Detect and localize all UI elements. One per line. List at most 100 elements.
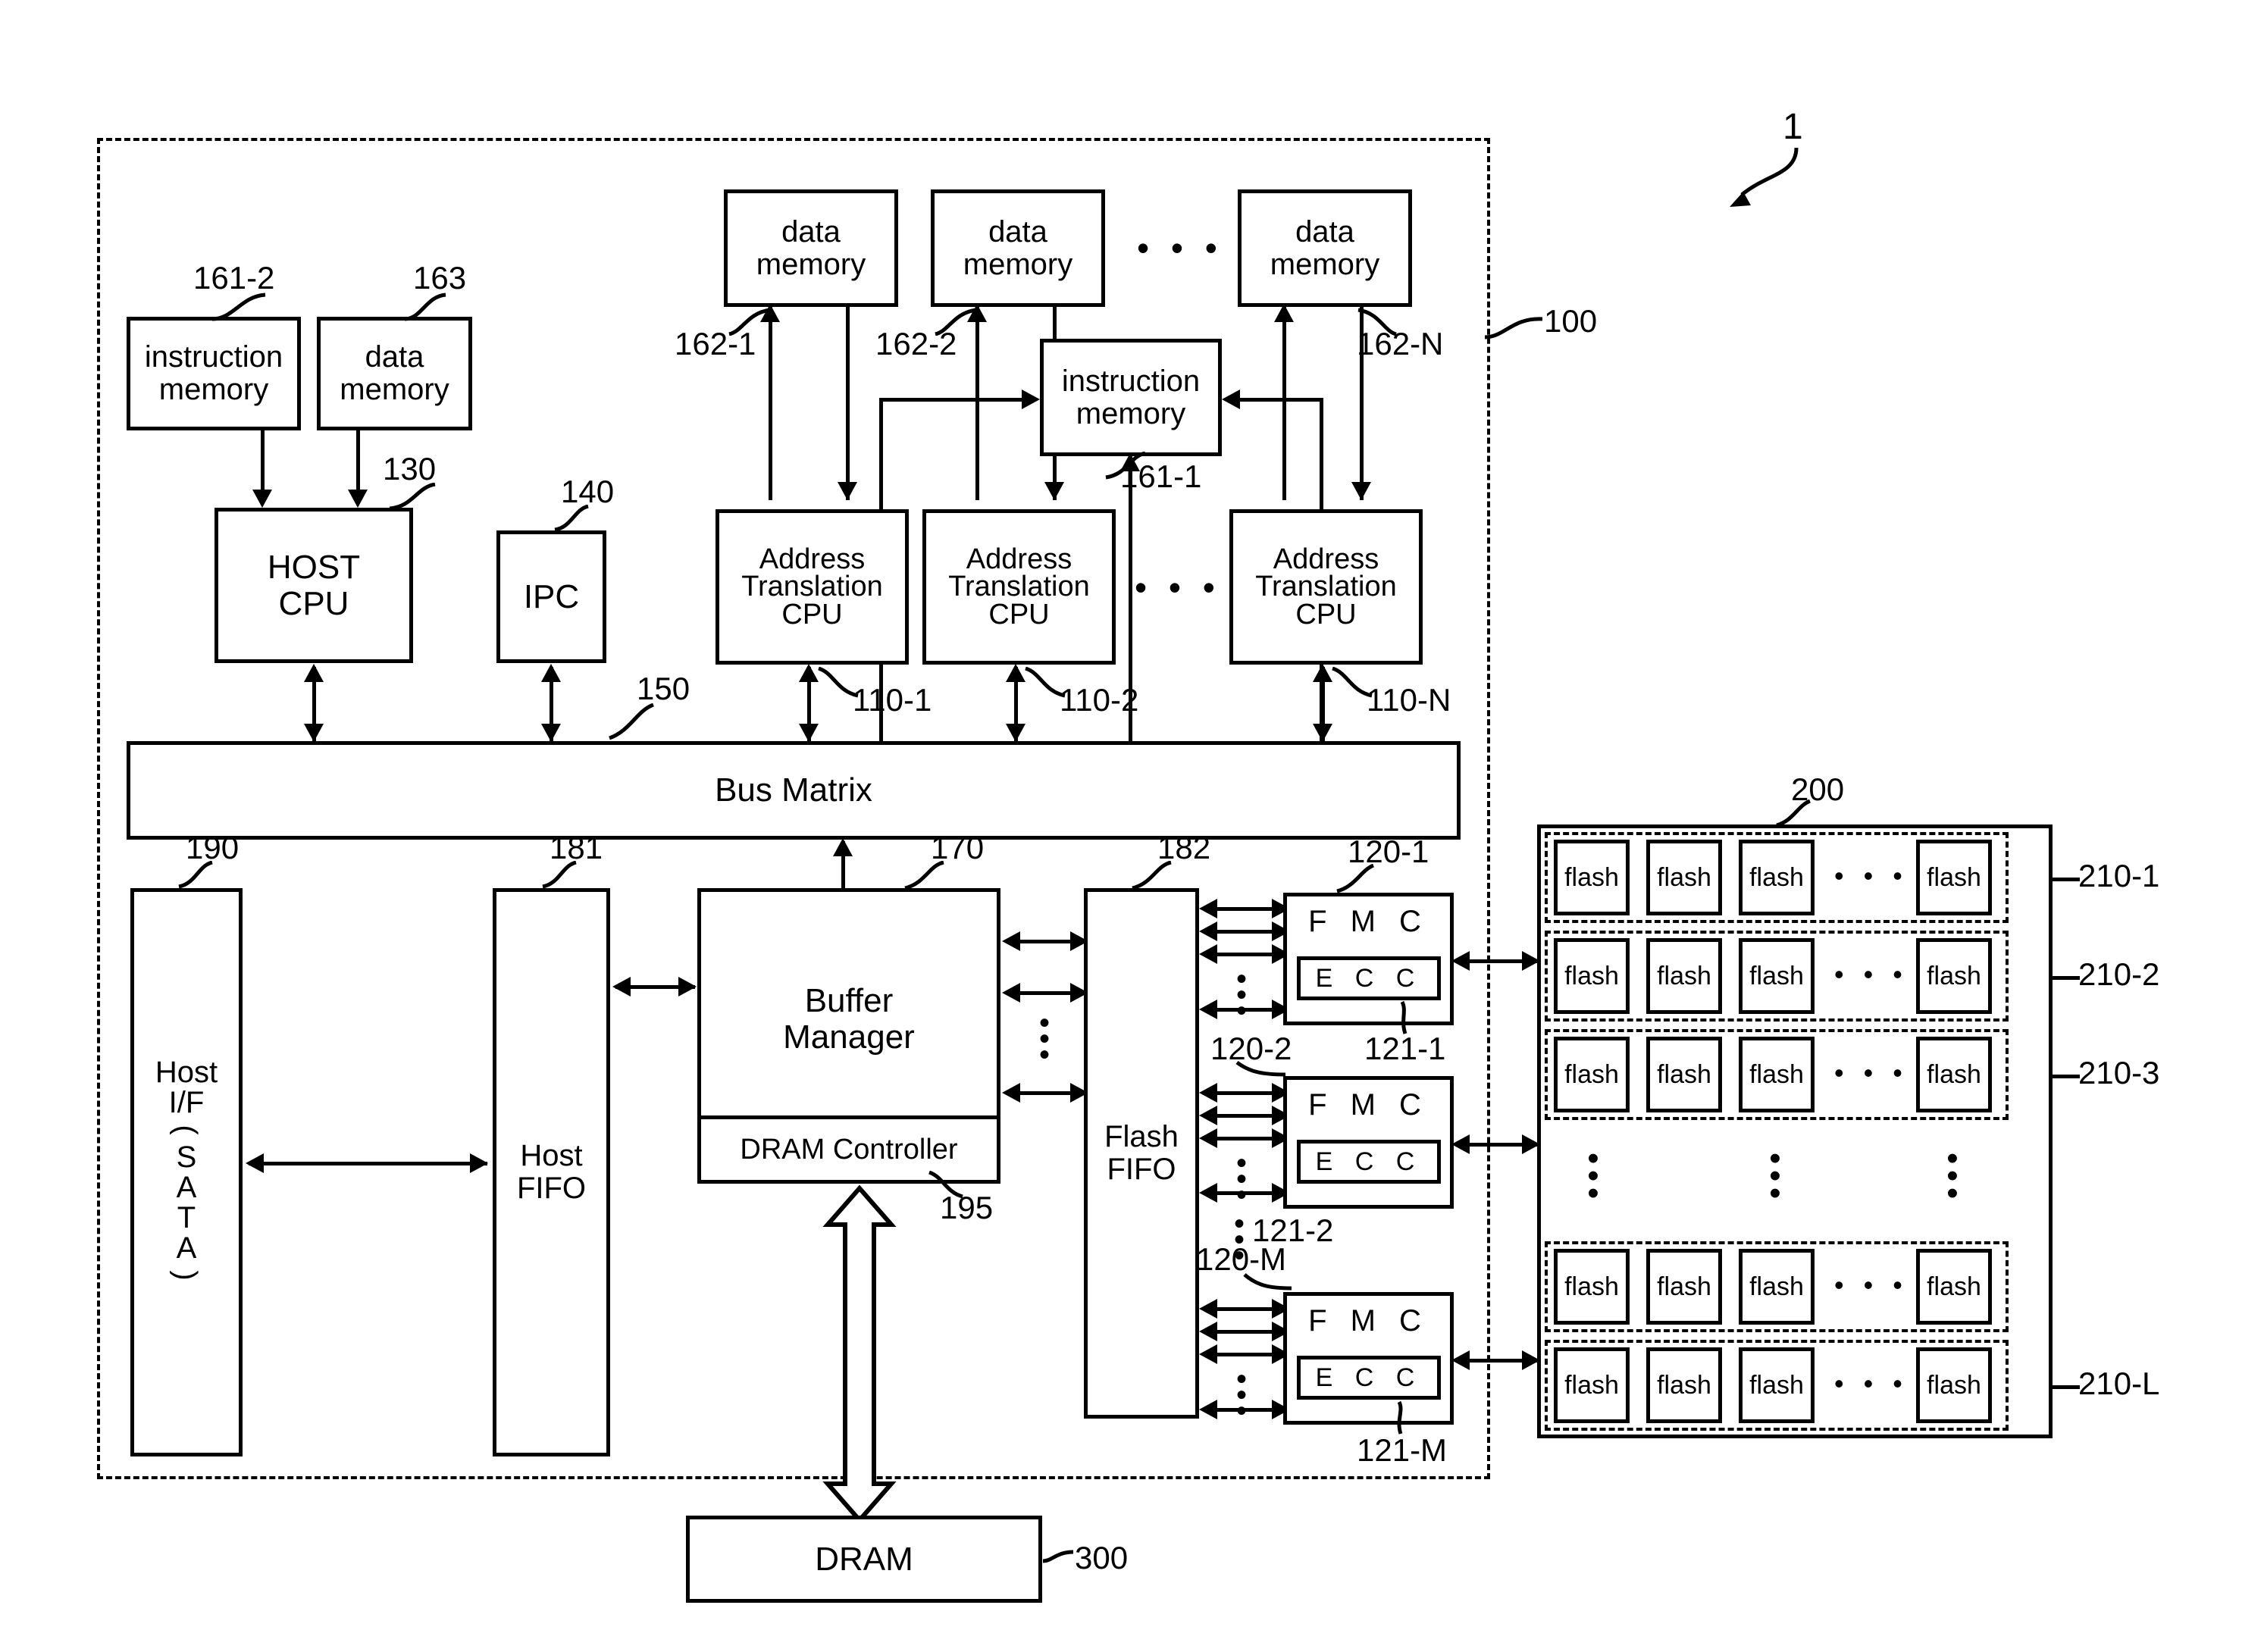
ecc-1-ref: 121-1 bbox=[1364, 1031, 1446, 1066]
data-memory-1-ref: 162-1 bbox=[675, 326, 756, 361]
flash-chip-label: flash bbox=[1564, 1059, 1619, 1089]
flash-column-ellipsis-2: • • • bbox=[1769, 1140, 1781, 1212]
host-if-line2: I/F bbox=[168, 1086, 205, 1119]
host-if-line1: Host bbox=[155, 1056, 218, 1089]
fmcm-flash-arrow-l bbox=[1451, 1350, 1470, 1370]
flash-chip-4-1: flash bbox=[1554, 1249, 1630, 1325]
host-if-ref: 190 bbox=[186, 830, 240, 865]
host-fifo-box: Host FIFO bbox=[493, 888, 610, 1456]
instr-mem-left-feed-h bbox=[879, 398, 1023, 402]
buffer-manager-ref: 170 bbox=[931, 830, 985, 865]
flash-chip-1-4: flash bbox=[1916, 840, 1992, 915]
dram-controller-label: DRAM Controller bbox=[740, 1133, 958, 1165]
flash-chip-label: flash bbox=[1749, 1272, 1804, 1301]
host-cpu-line2: CPU bbox=[278, 584, 349, 622]
flash-fifo-line1: Flash bbox=[1104, 1120, 1179, 1154]
host-instruction-memory-box: instruction memory bbox=[127, 317, 301, 430]
controller-ref: 100 bbox=[1544, 303, 1598, 339]
flash-chip-3-4: flash bbox=[1916, 1037, 1992, 1112]
ipc-ref: 140 bbox=[561, 474, 615, 509]
flash-row-1-ref-line bbox=[2053, 878, 2080, 881]
fmc-1-ref: 120-1 bbox=[1348, 834, 1429, 869]
atc-1-line2: Translation bbox=[741, 571, 883, 603]
hostfifo-buffer-arrow-right bbox=[678, 977, 697, 997]
atc-instruction-memory-ref: 161-1 bbox=[1120, 458, 1202, 494]
flash-chip-1-1: flash bbox=[1554, 840, 1630, 915]
data-memory-ellipsis: • • • bbox=[1137, 228, 1223, 268]
host-cpu-ref-leader bbox=[389, 483, 436, 511]
ecc-1-label: E C C bbox=[1315, 963, 1423, 993]
dram-ref: 300 bbox=[1075, 1540, 1129, 1575]
flash-chip-label: flash bbox=[1749, 862, 1804, 892]
fifo-fmc2-arrow-lc bbox=[1199, 1128, 1217, 1148]
dm2-atc2-line-a bbox=[975, 307, 979, 500]
atc-n-line1: Address bbox=[1273, 543, 1379, 575]
figure-ref-1-leader bbox=[1730, 147, 1799, 207]
fmc-2-label: F M C bbox=[1308, 1088, 1429, 1122]
data-memory-box-2: data memory bbox=[931, 189, 1105, 307]
buffer-flashfifo-arrow-l1 bbox=[1002, 931, 1020, 951]
flash-fifo-line2: FIFO bbox=[1107, 1153, 1176, 1186]
flash-chip-2-3: flash bbox=[1739, 938, 1815, 1014]
flash-chip-label: flash bbox=[1749, 961, 1804, 990]
host-data-memory-line2: memory bbox=[340, 373, 449, 406]
data-memory-2-line1: data bbox=[988, 214, 1047, 249]
flash-chip-label: flash bbox=[1657, 1059, 1711, 1089]
buffer-flashfifo-vertical-ellipsis: • • • bbox=[1038, 1006, 1050, 1072]
flash-column-ellipsis-3: • • • bbox=[1946, 1140, 1959, 1212]
fifo-fmc2-vertical-ellipsis: • • • bbox=[1235, 1147, 1247, 1212]
buffer-manager-line2: Manager bbox=[783, 1018, 915, 1056]
host-if-paren-open: ( bbox=[169, 1125, 203, 1135]
fmc-m-ref: 120-M bbox=[1196, 1241, 1287, 1277]
fmc-2-ref: 120-2 bbox=[1210, 1031, 1292, 1066]
flash-chip-label: flash bbox=[1657, 1272, 1711, 1301]
flash-chip-4-3: flash bbox=[1739, 1249, 1815, 1325]
flash-row-2-ref-line bbox=[2053, 976, 2080, 980]
dm1-atc1-line-a bbox=[769, 307, 772, 500]
instr-mem-to-host-cpu-line bbox=[261, 430, 265, 497]
dmn-atcn-arrow-b bbox=[1351, 482, 1371, 500]
figure-canvas: 1 100 instruction memory 161-2 data memo… bbox=[0, 0, 2242, 1652]
flash-chip-label: flash bbox=[1749, 1059, 1804, 1089]
data-memory-box-1: data memory bbox=[724, 189, 898, 307]
bus-matrix-leader bbox=[609, 703, 655, 740]
fifo-fmc1-arrow-lc bbox=[1199, 944, 1217, 964]
host-cpu-bus-arrow-up bbox=[304, 664, 324, 682]
flash-fifo-box: Flash FIFO bbox=[1084, 888, 1199, 1419]
flash-chip-label: flash bbox=[1564, 862, 1619, 892]
flash-chip-label: flash bbox=[1564, 1370, 1619, 1400]
figure-ref-1: 1 bbox=[1783, 107, 1803, 147]
dm1-atc1-arrow-b bbox=[838, 482, 857, 500]
bus-matrix-label: Bus Matrix bbox=[715, 771, 872, 809]
fmc2-flash-arrow-l bbox=[1451, 1134, 1470, 1154]
host-instruction-memory-line1: instruction bbox=[144, 340, 283, 374]
hostif-hostfifo-line bbox=[249, 1162, 487, 1165]
data-memory-1-line1: data bbox=[781, 214, 841, 249]
flash-chip-2-2: flash bbox=[1646, 938, 1722, 1014]
atc1-bus-arrow-up bbox=[799, 664, 819, 682]
ipc-bus-arrow-up bbox=[541, 664, 561, 682]
flash-row-4-ellipsis: • • • bbox=[1834, 1269, 1909, 1300]
host-cpu-ref: 130 bbox=[383, 451, 437, 487]
buffer-flashfifo-arrow-l2 bbox=[1002, 983, 1020, 1003]
host-instruction-memory-ref: 161-2 bbox=[193, 260, 275, 296]
hostif-hostfifo-arrow-left bbox=[246, 1153, 264, 1173]
data-memory-1-line2: memory bbox=[756, 247, 866, 281]
ecc-box-m: E C C bbox=[1297, 1356, 1441, 1400]
flash-chip-5-2: flash bbox=[1646, 1347, 1722, 1423]
ipc-bus-arrow-down bbox=[541, 724, 561, 742]
fmc-m-label: F M C bbox=[1308, 1304, 1429, 1338]
atc-instruction-memory-line1: instruction bbox=[1061, 364, 1201, 398]
instr-mem-right-feed-arrow bbox=[1222, 390, 1240, 409]
flash-chip-label: flash bbox=[1927, 1059, 1981, 1089]
atc-instruction-memory-box: instruction memory bbox=[1040, 339, 1222, 456]
fmc1-flash-arrow-l bbox=[1451, 951, 1470, 971]
host-cpu-box: HOST CPU bbox=[214, 508, 413, 663]
address-translation-cpu-box-1: Address Translation CPU bbox=[715, 509, 909, 665]
flash-chip-3-3: flash bbox=[1739, 1037, 1815, 1112]
dram-controller-ref: 195 bbox=[940, 1190, 994, 1225]
host-instruction-memory-line2: memory bbox=[158, 373, 269, 406]
flash-row-5-ellipsis: • • • bbox=[1834, 1368, 1909, 1399]
atc-1-ref: 110-1 bbox=[853, 682, 932, 718]
flash-chip-label: flash bbox=[1657, 862, 1711, 892]
